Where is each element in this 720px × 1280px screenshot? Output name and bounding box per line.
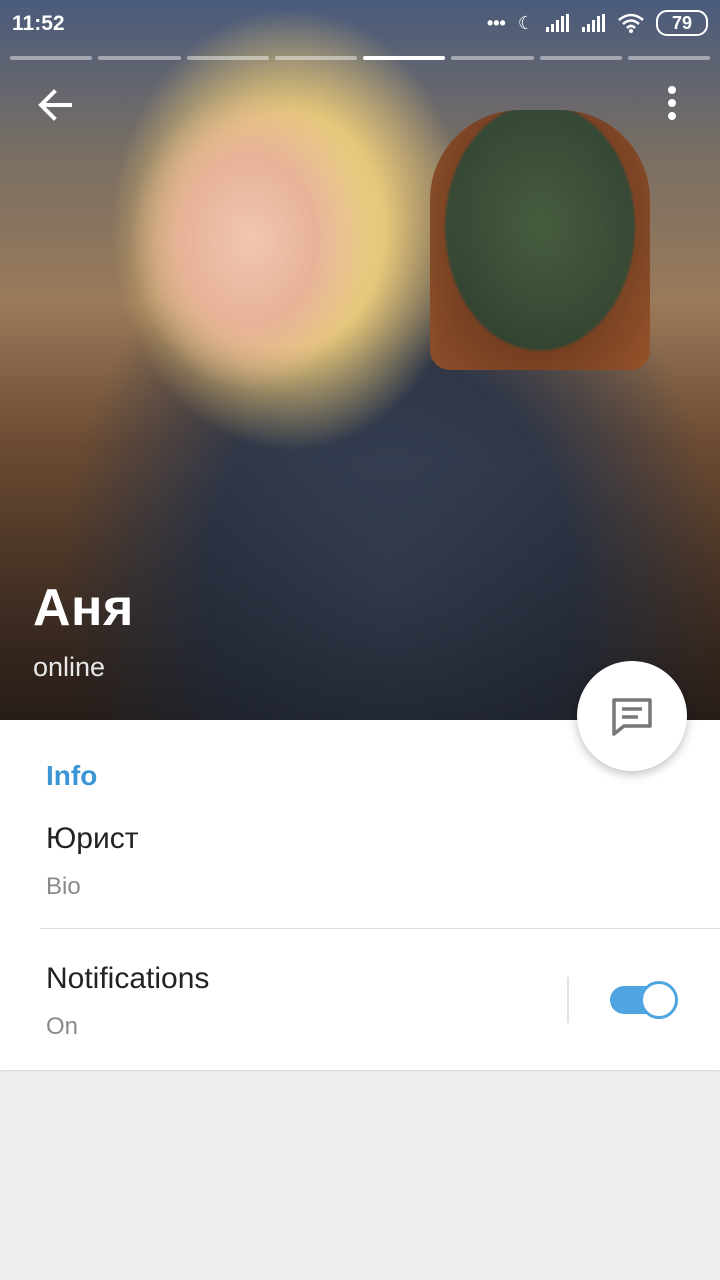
story-segment [451, 56, 534, 60]
status-time: 11:52 [12, 12, 65, 35]
photo-background-chair [430, 110, 650, 370]
story-segment [186, 56, 269, 60]
more-options-button[interactable] [650, 80, 694, 130]
signal-icon [546, 14, 569, 32]
more-dots-icon: ••• [486, 12, 506, 33]
vertical-separator [567, 977, 569, 1023]
bio-value[interactable]: Юрист [46, 822, 139, 856]
moon-icon: ☾ [517, 12, 534, 33]
signal-icon [582, 14, 605, 32]
toggle-knob [640, 981, 678, 1019]
status-bar: 11:52 ••• ☾ 79 [0, 0, 720, 48]
status-icons: ••• ☾ 79 [487, 10, 708, 36]
battery-icon: 79 [656, 10, 708, 36]
back-button[interactable] [30, 80, 80, 130]
message-icon [612, 698, 652, 736]
story-segment [627, 56, 710, 60]
send-message-button[interactable] [577, 661, 687, 771]
story-progress [10, 56, 710, 60]
info-section-title: Info [46, 760, 98, 791]
wifi-icon [618, 13, 644, 33]
profile-name: Аня [33, 579, 134, 637]
notifications-state: On [46, 1013, 79, 1040]
story-segment [539, 56, 622, 60]
profile-photo[interactable]: 11:52 ••• ☾ 79 Аня online [0, 0, 720, 720]
story-segment [363, 56, 446, 60]
bio-label: Bio [46, 873, 81, 900]
vertical-dots-icon [668, 86, 676, 120]
presence-status: online [33, 652, 106, 682]
story-segment [10, 56, 93, 60]
notifications-title[interactable]: Notifications [46, 962, 209, 996]
arrow-left-icon [38, 89, 72, 121]
divider [40, 928, 720, 929]
info-card: Info Юрист Bio Notifications On [0, 720, 720, 1070]
story-segment [274, 56, 357, 60]
notifications-toggle[interactable] [610, 981, 678, 1019]
story-segment [98, 56, 181, 60]
